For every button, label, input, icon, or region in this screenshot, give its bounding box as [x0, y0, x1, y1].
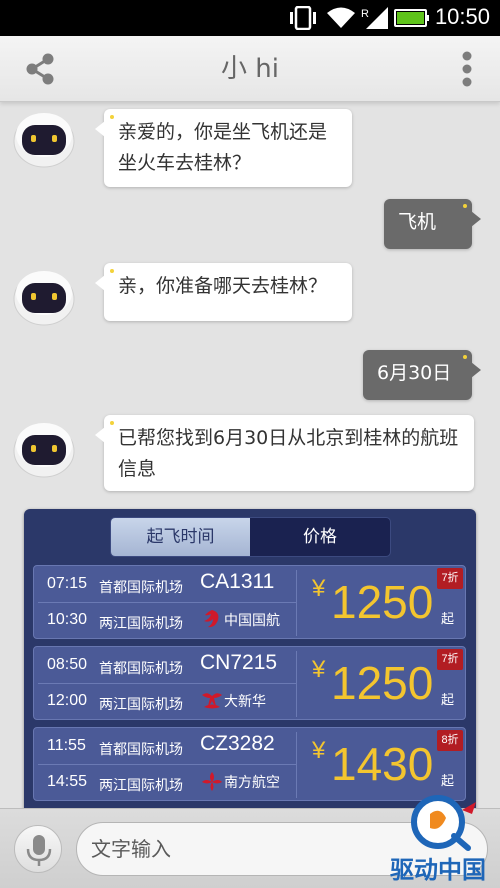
bot-message: 已帮您找到6月30日从北京到桂林的航班信息	[95, 415, 474, 491]
flight-number: CN7215	[200, 651, 278, 674]
airline-name: 中国国航	[224, 613, 280, 629]
price-suffix: 起	[441, 612, 455, 627]
price: 1250	[331, 576, 434, 628]
arrival-airport: 两江国际机场	[99, 616, 183, 632]
sparkle-icon	[110, 269, 114, 273]
discount-badge: 8折	[437, 730, 463, 751]
flight-results-panel: 起飞时间 价格 07:15 首都国际机场 10:30 两江国际机场 CA1311…	[24, 509, 476, 808]
sparkle-icon	[110, 421, 114, 425]
bot-message: 亲爱的，你是坐飞机还是坐火车去桂林？	[95, 109, 352, 187]
sort-segmented-control: 起飞时间 价格	[110, 517, 391, 557]
message-text: 已帮您找到6月30日从北京到桂林的航班信息	[118, 427, 459, 480]
china-southern-logo-icon	[202, 772, 222, 791]
text-input[interactable]	[76, 822, 488, 876]
more-vert-icon	[462, 51, 472, 87]
wifi-icon	[327, 7, 355, 28]
airline-name: 南方航空	[224, 775, 280, 791]
robot-avatar-icon	[13, 271, 75, 326]
discount-badge: 7折	[437, 568, 463, 589]
message-text: 亲爱的，你是坐飞机还是坐火车去桂林？	[118, 121, 328, 174]
user-message: 6月30日	[363, 350, 481, 400]
divider	[38, 764, 296, 765]
vibrate-icon	[290, 6, 316, 30]
price-suffix: 起	[441, 774, 455, 789]
chat-area[interactable]: 亲爱的，你是坐飞机还是坐火车去桂林？ 飞机 亲，你准备哪天去桂林？ 6月30日 …	[0, 103, 500, 808]
more-menu-button[interactable]	[452, 48, 482, 90]
battery-icon	[394, 9, 429, 27]
message-text: 亲，你准备哪天去桂林？	[118, 275, 328, 297]
price-suffix: 起	[441, 693, 455, 708]
flight-card[interactable]: 08:50 首都国际机场 12:00 两江国际机场 CN7215 大新华 ¥ 1…	[33, 646, 466, 720]
share-button[interactable]	[14, 48, 66, 90]
arrival-time: 10:30	[47, 611, 88, 628]
robot-avatar-icon	[13, 423, 75, 478]
divider	[296, 651, 297, 717]
mic-icon	[26, 835, 52, 866]
sparkle-icon	[463, 204, 467, 208]
tab-price[interactable]: 价格	[250, 518, 390, 556]
share-icon	[26, 53, 54, 85]
signal-icon: R	[361, 7, 388, 29]
currency-symbol: ¥	[312, 656, 326, 683]
airline-name: 大新华	[224, 694, 266, 710]
status-bar: R 10:50	[0, 0, 500, 36]
hna-logo-icon	[202, 693, 222, 709]
departure-time: 08:50	[47, 656, 88, 673]
currency-symbol: ¥	[312, 737, 326, 764]
voice-input-button[interactable]	[14, 825, 62, 873]
robot-avatar-icon	[13, 113, 75, 168]
svg-text:R: R	[361, 8, 369, 20]
tab-departure-time[interactable]: 起飞时间	[111, 518, 250, 556]
divider	[296, 732, 297, 798]
app-header: 小 hi	[0, 36, 500, 102]
message-text: 飞机	[398, 211, 437, 233]
departure-time: 07:15	[47, 575, 88, 592]
divider	[38, 683, 296, 684]
arrival-airport: 两江国际机场	[99, 778, 183, 794]
arrival-time: 12:00	[47, 692, 88, 709]
arrival-airport: 两江国际机场	[99, 697, 183, 713]
page-title: 小 hi	[221, 54, 279, 84]
user-message: 飞机	[384, 199, 481, 249]
clock: 10:50	[434, 4, 490, 29]
sparkle-icon	[110, 115, 114, 119]
flight-number: CA1311	[200, 570, 275, 593]
discount-badge: 7折	[437, 649, 463, 670]
departure-airport: 首都国际机场	[99, 742, 183, 758]
departure-time: 11:55	[47, 737, 86, 754]
flight-card[interactable]: 07:15 首都国际机场 10:30 两江国际机场 CA1311 中国国航 ¥ …	[33, 565, 466, 639]
input-bar	[0, 808, 500, 888]
price: 1430	[331, 738, 434, 790]
flight-number: CZ3282	[200, 732, 275, 755]
departure-airport: 首都国际机场	[99, 661, 183, 677]
price: 1250	[331, 657, 434, 709]
bot-message: 亲，你准备哪天去桂林？	[95, 263, 352, 321]
flight-card[interactable]: 11:55 首都国际机场 14:55 两江国际机场 CZ3282 南方航空 ¥ …	[33, 727, 466, 801]
currency-symbol: ¥	[312, 575, 326, 602]
air-china-logo-icon	[204, 610, 219, 628]
divider	[38, 602, 296, 603]
message-text: 6月30日	[377, 362, 452, 384]
departure-airport: 首都国际机场	[99, 580, 183, 596]
arrival-time: 14:55	[47, 773, 88, 790]
sparkle-icon	[463, 355, 467, 359]
divider	[296, 570, 297, 636]
